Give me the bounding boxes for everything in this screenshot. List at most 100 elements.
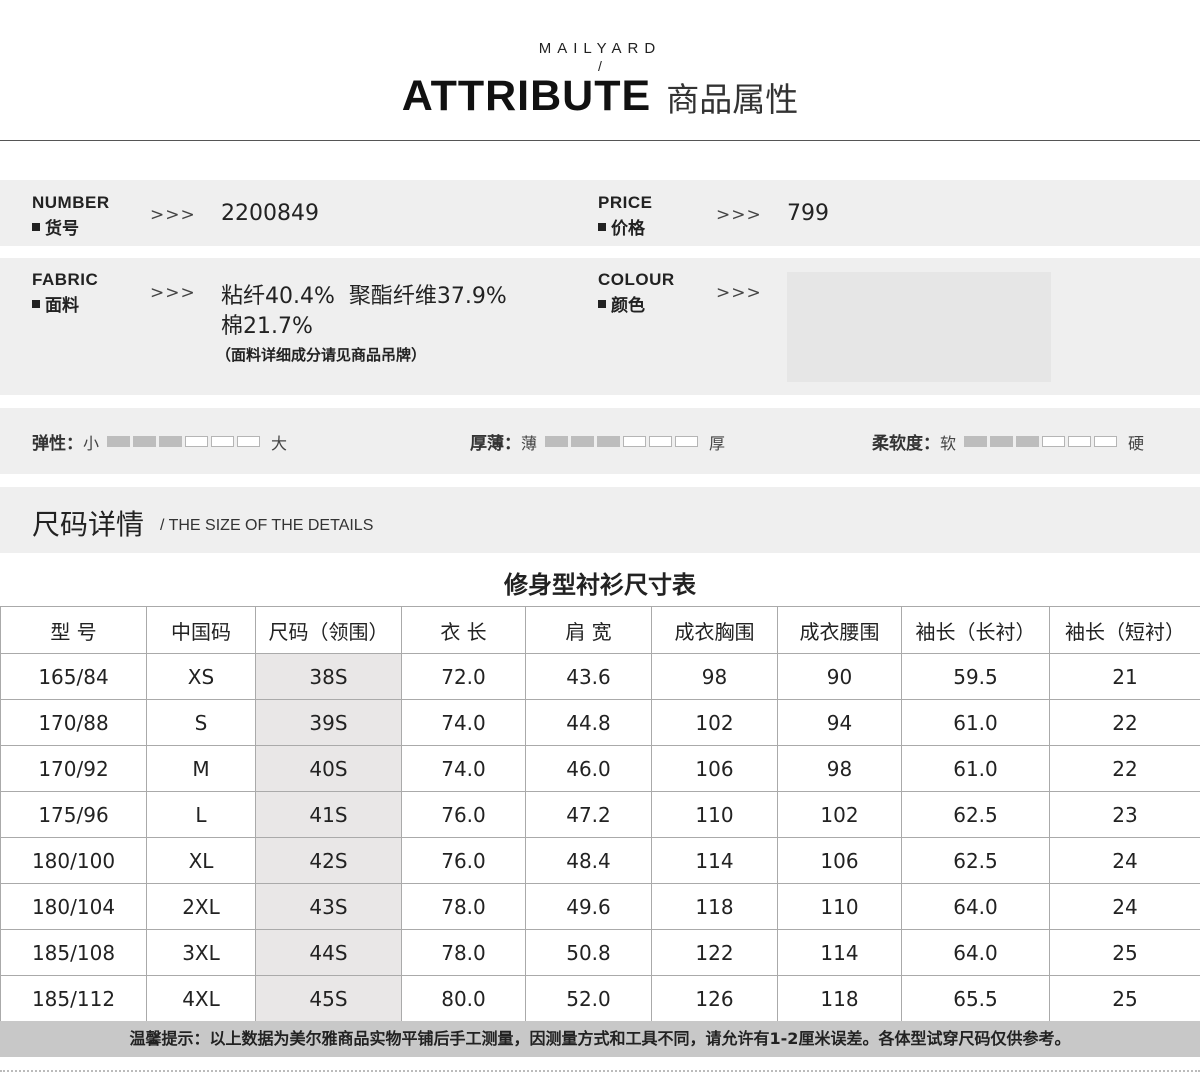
column-header: 型 号 [0, 606, 147, 654]
meter-elasticity: 弹性： 小 大 [32, 429, 287, 455]
size-table: 型 号 中国码 尺码（领围） 衣 长 肩 宽 成衣胸围 成衣腰围 袖长（长衬） … [0, 606, 1200, 1022]
fabric-line-1: 粘纤40.4% 聚酯纤维37.9% [221, 284, 507, 309]
column-header: 中国码 [146, 606, 256, 654]
number-value: 2200849 [221, 201, 319, 226]
table-cell: 98 [651, 653, 778, 700]
table-cell: 94 [777, 699, 902, 746]
dotted-divider [0, 1070, 1200, 1072]
meter-thickness: 厚薄： 薄 厚 [470, 429, 726, 455]
table-cell: 185/108 [0, 929, 147, 976]
square-bullet-icon [598, 300, 606, 308]
table-cell: 61.0 [901, 745, 1050, 792]
square-bullet-icon [598, 223, 606, 231]
size-section-header: 尺码详情 / THE SIZE OF THE DETAILS [0, 487, 1200, 553]
fabric-line-2: 棉21.7% [221, 314, 313, 339]
price-label-en: PRICE [598, 193, 653, 212]
table-cell: 74.0 [401, 745, 526, 792]
table-cell: 110 [651, 791, 778, 838]
page-title: ATTRIBUTE 商品属性 [0, 72, 1200, 121]
square-bullet-icon [32, 223, 40, 231]
table-cell: 38S [255, 653, 402, 700]
title-english: ATTRIBUTE [401, 72, 652, 120]
meter-box [237, 436, 261, 447]
fabric-label-cn: 面料 [32, 291, 79, 316]
meter-box [1094, 436, 1118, 447]
table-cell: 25 [1049, 975, 1200, 1022]
table-cell: 180/100 [0, 837, 147, 884]
meter-label: 厚薄： [470, 434, 521, 454]
table-cell: 74.0 [401, 699, 526, 746]
meter-box [185, 436, 209, 447]
table-cell: 46.0 [525, 745, 652, 792]
meter-scale [545, 436, 701, 447]
table-cell: 23 [1049, 791, 1200, 838]
table-cell: 40S [255, 745, 402, 792]
table-cell: XL [146, 837, 256, 884]
price-value: 799 [787, 201, 829, 226]
table-cell: 98 [777, 745, 902, 792]
size-table-title: 修身型衬衫尺寸表 [504, 571, 696, 599]
table-cell: S [146, 699, 256, 746]
meter-box [133, 436, 157, 447]
meter-high: 硬 [1128, 433, 1145, 453]
header-divider [0, 140, 1200, 141]
table-cell: 102 [777, 791, 902, 838]
table-cell: 59.5 [901, 653, 1050, 700]
column-header: 成衣腰围 [777, 606, 902, 654]
meter-box [545, 436, 569, 447]
size-section-title: 尺码详情 [32, 508, 145, 541]
meter-box [1016, 436, 1040, 447]
size-section-subtitle: / THE SIZE OF THE DETAILS [160, 517, 374, 534]
meter-box [597, 436, 621, 447]
arrows: >>> [150, 283, 196, 303]
table-cell: 65.5 [901, 975, 1050, 1022]
meter-label: 弹性： [32, 434, 83, 454]
table-cell: 118 [777, 975, 902, 1022]
column-header: 衣 长 [401, 606, 526, 654]
table-cell: 114 [777, 929, 902, 976]
meter-high: 厚 [709, 433, 726, 453]
table-row: 185/108 3XL 44S 78.0 50.8 122 114 64.0 25 [0, 929, 1200, 976]
table-cell: 185/112 [0, 975, 147, 1022]
table-row: 165/84 XS 38S 72.0 43.6 98 90 59.5 21 [0, 653, 1200, 700]
table-cell: M [146, 745, 256, 792]
column-header: 尺码（领围） [255, 606, 402, 654]
footer-notice: 温馨提示：以上数据为美尔雅商品实物平铺后手工测量，因测量方式和工具不同，请允许有… [0, 1021, 1200, 1057]
table-cell: XS [146, 653, 256, 700]
meter-softness: 柔软度： 软 硬 [872, 429, 1145, 455]
table-cell: 25 [1049, 929, 1200, 976]
meter-box [649, 436, 673, 447]
table-cell: 175/96 [0, 791, 147, 838]
table-cell: 64.0 [901, 929, 1050, 976]
table-cell: 44.8 [525, 699, 652, 746]
table-body: 165/84 XS 38S 72.0 43.6 98 90 59.5 21 170/88 S 39S 7… [0, 653, 1200, 1022]
table-cell: 41S [255, 791, 402, 838]
number-price-panel: NUMBER 货号 >>> 2200849 PRICE 价格 >>> 799 [0, 180, 1200, 246]
table-cell: 4XL [146, 975, 256, 1022]
meter-scale [107, 436, 263, 447]
table-cell: 106 [651, 745, 778, 792]
price-label-cn: 价格 [598, 214, 645, 239]
table-cell: 2XL [146, 883, 256, 930]
table-cell: 170/88 [0, 699, 147, 746]
table-cell: 44S [255, 929, 402, 976]
meter-box [623, 436, 647, 447]
number-label-cn: 货号 [32, 214, 79, 239]
table-cell: 72.0 [401, 653, 526, 700]
meter-box [159, 436, 183, 447]
table-row: 180/104 2XL 43S 78.0 49.6 118 110 64.0 24 [0, 883, 1200, 930]
table-cell: 48.4 [525, 837, 652, 884]
table-cell: 90 [777, 653, 902, 700]
table-cell: 78.0 [401, 929, 526, 976]
column-header: 成衣胸围 [651, 606, 778, 654]
table-cell: 76.0 [401, 837, 526, 884]
column-header: 肩 宽 [525, 606, 652, 654]
table-cell: 114 [651, 837, 778, 884]
table-cell: 43.6 [525, 653, 652, 700]
table-cell: 47.2 [525, 791, 652, 838]
table-row: 185/112 4XL 45S 80.0 52.0 126 118 65.5 25 [0, 975, 1200, 1022]
table-cell: 78.0 [401, 883, 526, 930]
table-cell: L [146, 791, 256, 838]
meter-low: 小 [83, 433, 100, 453]
title-chinese: 商品属性 [666, 79, 799, 119]
